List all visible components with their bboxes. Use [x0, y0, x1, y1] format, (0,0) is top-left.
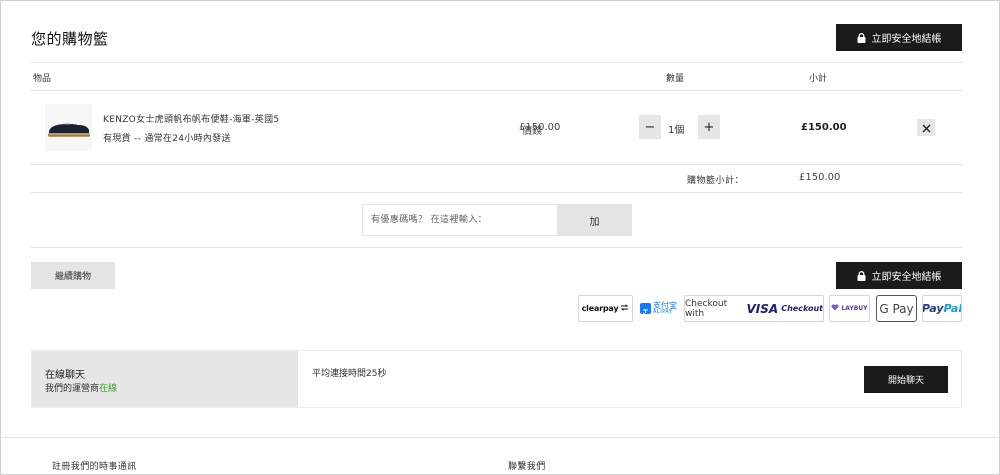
secure-checkout-button-top[interactable]: 立即安全地結帳: [836, 24, 962, 51]
divider: [31, 90, 962, 91]
footer-divider: [0, 437, 1000, 438]
paypal-pay: Pay: [922, 302, 944, 315]
live-chat-title: 在線聊天: [45, 370, 85, 381]
divider: [31, 247, 962, 248]
divider: [31, 192, 962, 193]
secure-checkout-button-bottom[interactable]: 立即安全地結帳: [836, 262, 962, 289]
live-chat-panel: 在線聊天 我們的運營商在線 平均連接時間25秒 開始聊天: [31, 350, 962, 408]
quantity-increase-button[interactable]: +: [698, 115, 720, 139]
remove-item-button[interactable]: [917, 119, 935, 136]
quantity-value: 1個: [668, 125, 685, 136]
basket-subtotal-value: £150.00: [799, 172, 841, 183]
coupon-code-input[interactable]: [362, 204, 558, 236]
live-chat-info: 在線聊天 我們的運營商在線: [32, 351, 298, 407]
column-header-quantity: 數量: [666, 74, 685, 84]
lock-icon: [857, 270, 866, 281]
visa-brand: VISA: [746, 301, 779, 316]
google-pay-logo: G Pay: [876, 295, 917, 322]
close-icon: [922, 118, 931, 137]
item-price: £150.00: [519, 122, 561, 133]
divider: [31, 62, 962, 63]
stock-status: 有現貨 -- 通常在24小時內發送: [103, 134, 231, 144]
item-line-total: £150.00: [801, 122, 847, 133]
laybuy-text: LAYBUY: [841, 305, 868, 312]
visa-checkout-logo: Checkout with VISA Checkout: [684, 295, 824, 322]
page-title: 您的購物籃: [31, 30, 109, 48]
visa-suffix: Checkout: [781, 304, 823, 313]
product-image[interactable]: [45, 104, 92, 151]
footer-newsletter-heading[interactable]: 註冊我們的時事通訊: [52, 459, 137, 472]
lock-icon: [857, 32, 866, 43]
alipay-icon: [640, 303, 651, 316]
clearpay-arrows-icon: [620, 304, 629, 313]
laybuy-logo: LAYBUY: [829, 295, 870, 322]
alipay-logo: 支付宝 ALIPAY: [638, 295, 679, 322]
chat-status-prefix: 我們的運營商: [45, 384, 100, 394]
clearpay-logo: clearpay: [578, 295, 633, 322]
average-wait-time: 平均連接時間25秒: [312, 369, 387, 379]
chat-status-online: 在線: [99, 384, 118, 394]
quantity-decrease-button[interactable]: −: [639, 115, 661, 139]
checkout-label: 立即安全地結帳: [871, 34, 942, 45]
column-header-subtotal: 小計: [809, 74, 828, 84]
apply-coupon-button[interactable]: 加: [557, 204, 632, 236]
live-chat-status: 我們的運營商在線: [45, 381, 117, 394]
visa-prefix: Checkout with: [685, 298, 728, 319]
paypal-logo: Pay Pal: [922, 295, 962, 322]
alipay-text-en: ALIPAY: [653, 309, 673, 315]
footer-contact-heading[interactable]: 聯繫我們: [508, 459, 546, 472]
product-name[interactable]: KENZO女士虎頭帆布帆布便鞋-海軍-英國5: [103, 112, 279, 125]
divider: [31, 164, 962, 165]
continue-shopping-button[interactable]: 繼續購物: [31, 262, 115, 289]
paypal-pal: Pal: [943, 302, 962, 315]
basket-subtotal-label: 購物籃小計：: [687, 176, 745, 186]
gpay-text: G Pay: [879, 301, 914, 316]
column-header-item: 物品: [33, 74, 52, 84]
laybuy-heart-icon: [831, 304, 839, 313]
clearpay-text: clearpay: [581, 304, 619, 313]
checkout-label: 立即安全地結帳: [871, 272, 942, 283]
start-chat-button[interactable]: 開始聊天: [864, 366, 948, 393]
